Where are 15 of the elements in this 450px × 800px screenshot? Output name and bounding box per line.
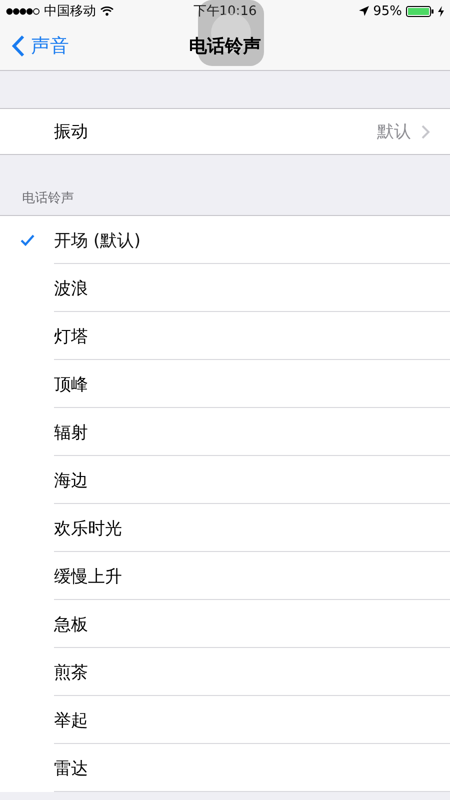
battery-percent: 95%: [373, 4, 402, 18]
carrier-name: 中国移动: [44, 3, 96, 20]
status-time: 下午10:16: [193, 3, 257, 20]
chevron-right-icon: [421, 124, 430, 138]
vibration-row[interactable]: 振动 默认: [0, 108, 450, 155]
back-button[interactable]: 声音: [0, 33, 69, 59]
nav-title: 电话铃声: [189, 35, 261, 58]
location-icon: [359, 6, 370, 16]
battery-icon: [406, 6, 434, 16]
chevron-left-icon: [12, 35, 25, 57]
charging-icon: [438, 6, 444, 16]
checkmark-icon: [20, 234, 35, 246]
signal-icon: [6, 8, 40, 14]
wifi-icon: [100, 6, 114, 16]
section-header: 电话铃声: [22, 190, 74, 207]
